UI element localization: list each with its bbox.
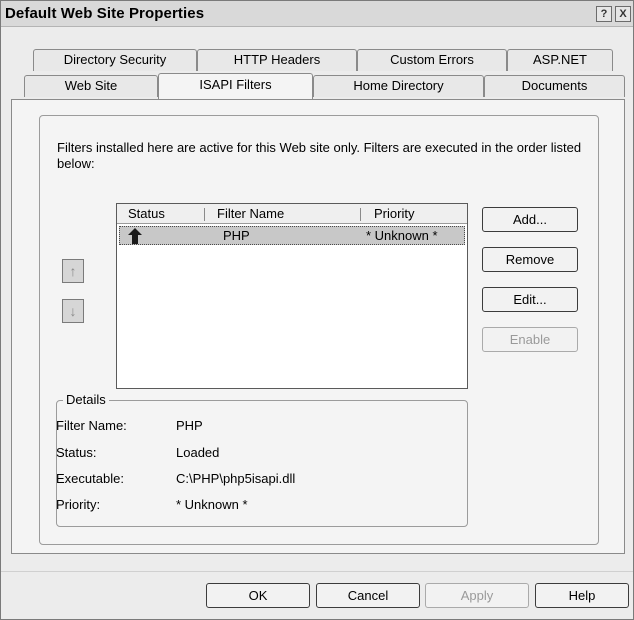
status-value: Loaded — [176, 445, 220, 460]
remove-button[interactable]: Remove — [482, 247, 578, 272]
executable-label: Executable: — [56, 471, 124, 486]
filter-list[interactable]: Status Filter Name Priority PHP * Unknow… — [116, 203, 468, 389]
ok-button[interactable]: OK — [206, 583, 310, 608]
move-up-button[interactable]: ↑ — [62, 259, 84, 283]
status-label: Status: — [56, 445, 97, 460]
up-arrow-icon — [128, 228, 142, 247]
cancel-button[interactable]: Cancel — [316, 583, 420, 608]
filter-name-value: PHP — [176, 418, 203, 433]
column-divider[interactable] — [204, 208, 205, 221]
filter-name-label: Filter Name: — [56, 418, 127, 433]
column-status[interactable]: Status — [128, 206, 165, 221]
enable-button[interactable]: Enable — [482, 327, 578, 352]
filters-description: Filters installed here are active for th… — [57, 140, 582, 171]
tab-documents[interactable]: Documents — [484, 75, 625, 97]
edit-button[interactable]: Edit... — [482, 287, 578, 312]
tab-http-headers[interactable]: HTTP Headers — [197, 49, 357, 71]
filter-priority-cell: * Unknown * — [366, 228, 438, 243]
priority-value: * Unknown * — [176, 497, 248, 512]
executable-value: C:\PHP\php5isapi.dll — [176, 471, 296, 486]
title-bar[interactable]: Default Web Site Properties ? X — [1, 1, 633, 27]
details-legend: Details — [63, 392, 109, 407]
add-button[interactable]: Add... — [482, 207, 578, 232]
help-icon[interactable]: ? — [596, 6, 612, 22]
list-header: Status Filter Name Priority — [117, 204, 467, 224]
window-title: Default Web Site Properties — [5, 5, 205, 22]
tab-home-directory[interactable]: Home Directory — [313, 75, 484, 97]
tab-aspnet[interactable]: ASP.NET — [507, 49, 613, 71]
tab-isapi-filters[interactable]: ISAPI Filters — [158, 73, 313, 99]
column-filter-name[interactable]: Filter Name — [217, 206, 284, 221]
priority-label: Priority: — [56, 497, 101, 512]
column-priority[interactable]: Priority — [374, 206, 414, 221]
help-button[interactable]: Help — [535, 583, 629, 608]
move-down-button[interactable]: ↓ — [62, 299, 84, 323]
tab-directory-security[interactable]: Directory Security — [33, 49, 197, 71]
properties-dialog: Default Web Site Properties ? X Director… — [0, 0, 634, 620]
tab-web-site[interactable]: Web Site — [24, 75, 158, 97]
close-icon[interactable]: X — [615, 6, 631, 22]
tab-custom-errors[interactable]: Custom Errors — [357, 49, 507, 71]
arrow-up-icon: ↑ — [69, 263, 77, 279]
apply-button[interactable]: Apply — [425, 583, 529, 608]
column-divider[interactable] — [360, 208, 361, 221]
divider — [1, 571, 633, 572]
filter-name-cell: PHP — [223, 228, 250, 243]
arrow-down-icon: ↓ — [69, 303, 77, 319]
list-item[interactable]: PHP * Unknown * — [119, 226, 465, 245]
